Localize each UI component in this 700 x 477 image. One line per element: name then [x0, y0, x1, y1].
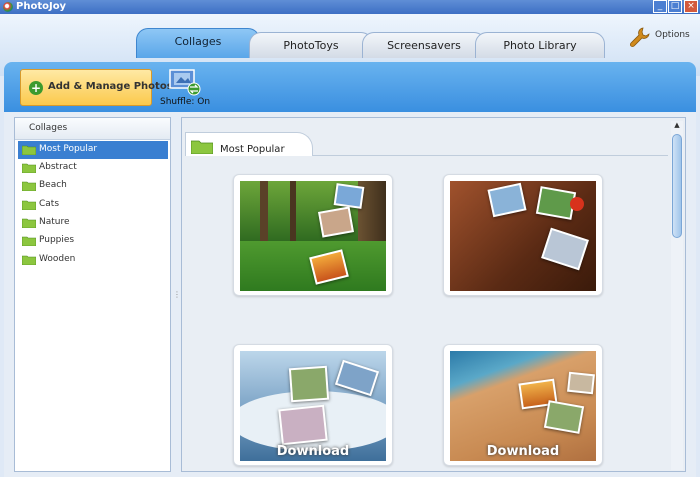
section-tab-most-popular: Most Popular [185, 132, 313, 156]
sidebar-item-label: Puppies [39, 235, 75, 245]
sidebar-header: Collages [15, 118, 170, 140]
folder-icon [22, 200, 36, 210]
shuffle-status: Shuffle: On [160, 97, 211, 107]
close-button[interactable]: × [684, 0, 698, 13]
splitter-handle[interactable]: ⋮ [173, 290, 181, 300]
download-label[interactable]: Download [240, 444, 386, 459]
tab-phototoys[interactable]: PhotoToys [249, 32, 373, 58]
sidebar-item-cats[interactable]: Cats [18, 196, 168, 214]
title-bar: PhotoJoy _ □ × [0, 0, 700, 14]
folder-icon [191, 140, 213, 154]
sidebar-item-label: Abstract [39, 162, 77, 172]
sidebar-item-wooden[interactable]: Wooden [18, 251, 168, 269]
sidebar-item-label: Cats [39, 199, 60, 209]
folder-icon [22, 236, 36, 246]
collage-image [240, 181, 386, 291]
folder-icon [22, 218, 36, 228]
section-title: Most Popular [220, 144, 285, 155]
scroll-up-icon[interactable]: ▲ [671, 121, 683, 131]
sidebar-item-puppies[interactable]: Puppies [18, 232, 168, 250]
sidebar-item-label: Wooden [39, 254, 76, 264]
options-label: Options [655, 30, 690, 40]
collages-sidebar: Collages Most Popular Abstract Beach Cat… [14, 117, 171, 472]
collage-thumbnail-snow-wave[interactable]: Download [233, 344, 393, 466]
folder-icon [22, 181, 36, 191]
plus-icon: + [29, 81, 43, 95]
vertical-scrollbar[interactable]: ▲ [671, 121, 683, 470]
collage-thumbnail-beach[interactable]: Download [443, 344, 603, 466]
sidebar-item-label: Most Popular [39, 144, 98, 154]
tab-photo-library[interactable]: Photo Library [475, 32, 605, 58]
sidebar-item-label: Nature [39, 217, 70, 227]
folder-icon [22, 163, 36, 173]
collage-thumbnail-wooden[interactable] [443, 174, 603, 296]
app-icon [3, 2, 13, 12]
sidebar-heading: Collages [29, 123, 68, 133]
section-divider [312, 155, 668, 156]
sidebar-item-label: Beach [39, 180, 67, 190]
sidebar-item-beach[interactable]: Beach [18, 177, 168, 195]
options-button[interactable]: Options [628, 26, 700, 48]
wrench-icon [630, 27, 650, 47]
add-manage-photos-label: Add & Manage Photos [48, 81, 173, 92]
download-label[interactable]: Download [450, 444, 596, 459]
window-title: PhotoJoy [16, 1, 67, 12]
sidebar-item-nature[interactable]: Nature [18, 214, 168, 232]
sidebar-item-abstract[interactable]: Abstract [18, 159, 168, 177]
minimize-button[interactable]: _ [653, 0, 667, 13]
scroll-thumb[interactable] [672, 134, 682, 238]
folder-icon [22, 145, 36, 155]
add-manage-photos-button[interactable]: + Add & Manage Photos [20, 69, 173, 106]
collage-image [450, 181, 596, 291]
sidebar-item-most-popular[interactable]: Most Popular [18, 141, 168, 159]
collage-thumbnail-forest[interactable] [233, 174, 393, 296]
shuffle-icon[interactable] [168, 68, 202, 96]
tab-collages[interactable]: Collages [136, 28, 260, 58]
tab-screensavers[interactable]: Screensavers [362, 32, 486, 58]
maximize-button[interactable]: □ [668, 0, 682, 13]
folder-icon [22, 255, 36, 265]
